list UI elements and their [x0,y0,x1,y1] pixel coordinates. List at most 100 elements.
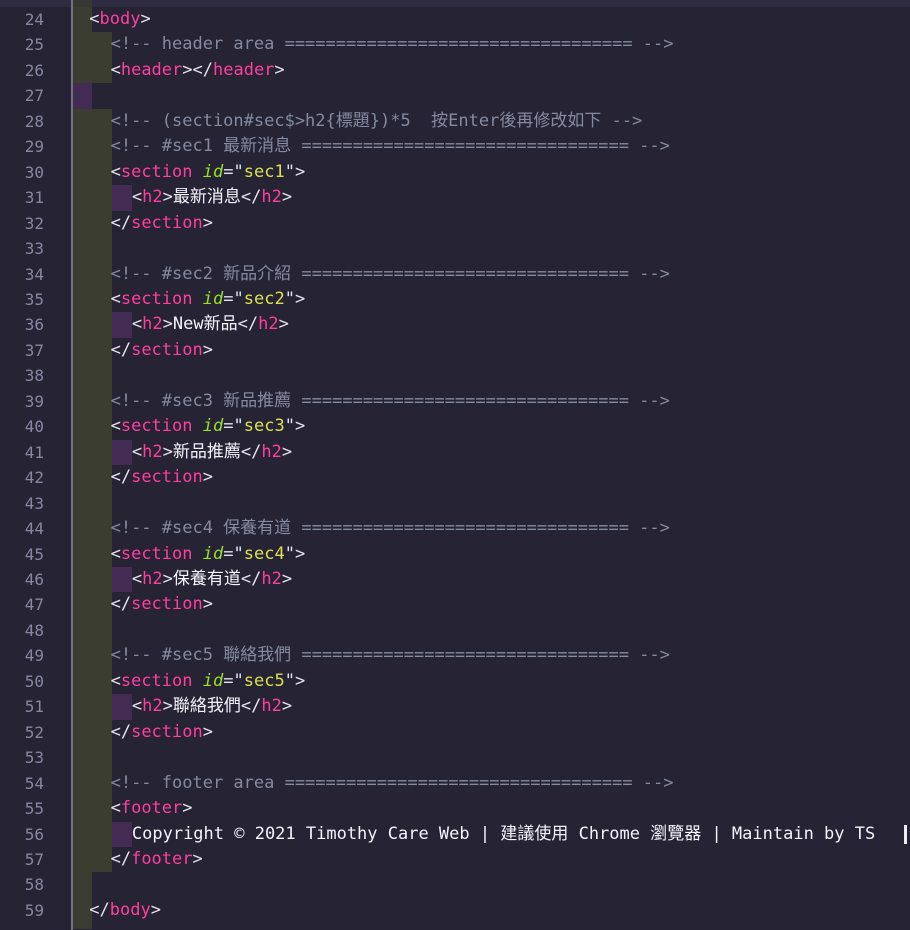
line-number[interactable]: 43 [0,491,44,516]
code-line[interactable]: 54 <!-- footer area =====================… [0,771,910,796]
code-line[interactable]: 29<!-- #sec1 最新消息 ======================… [0,134,910,159]
indent-highlight-olive [73,236,92,261]
code-line[interactable]: 50 <section id="sec5"> [0,669,910,694]
code-line[interactable]: 39<!-- #sec3 新品推薦 ======================… [0,389,910,414]
line-number[interactable]: 54 [0,771,44,796]
code-line[interactable]: 53 [0,745,910,770]
code-token-punct: </ [111,722,131,742]
code-line[interactable]: 30<section id="sec1"> [0,160,910,185]
code-line[interactable]: 44 <!-- #sec4 保養有道 ======================… [0,516,910,541]
code-token-tag: section [121,671,193,691]
code-line[interactable]: 49 <!-- #sec5 聯絡我們 ======================… [0,643,910,668]
line-number[interactable]: 30 [0,160,44,185]
line-number[interactable]: 26 [0,58,44,83]
line-number[interactable]: 52 [0,720,44,745]
code-line[interactable]: 47</section> [0,592,910,617]
code-token-com: <!-- #sec4 保養有道 ========================… [111,518,670,538]
line-number[interactable]: 41 [0,440,44,465]
indent-highlight-olive [92,312,112,337]
code-line[interactable]: 45<section id="sec4"> [0,542,910,567]
code-line[interactable]: 28<!-- (section#sec$>h2{標題})*5 按Enter後再修… [0,109,910,134]
line-number[interactable]: 31 [0,185,44,210]
code-text: <section id="sec5"> [111,669,306,694]
line-number[interactable]: 57 [0,847,44,872]
code-line[interactable]: 42</section> [0,465,910,490]
line-number[interactable]: 32 [0,211,44,236]
code-line[interactable]: 26<header></header> [0,58,910,83]
code-line[interactable]: 48 [0,618,910,643]
code-token-punct: > [295,162,305,182]
code-token-com: <!-- footer area =======================… [111,773,674,793]
code-line[interactable]: 31<h2>最新消息</h2> [0,185,910,210]
line-number[interactable]: 47 [0,592,44,617]
code-token-tag: body [100,9,141,29]
code-line[interactable]: 25<!-- header area =====================… [0,32,910,57]
line-number[interactable]: 49 [0,643,44,668]
line-number[interactable]: 36 [0,312,44,337]
indent-highlight-olive [92,58,112,83]
line-number[interactable]: 25 [0,32,44,57]
code-line[interactable]: 43 [0,491,910,516]
indent-highlight-olive [73,160,92,185]
code-line[interactable]: 35<section id="sec2"> [0,287,910,312]
indent-highlight-olive [92,847,112,872]
line-number[interactable]: 38 [0,363,44,388]
line-number[interactable]: 34 [0,262,44,287]
line-number[interactable]: 28 [0,109,44,134]
code-token-com: <!-- #sec5 聯絡我們 ========================… [111,645,670,665]
code-token-punct [193,544,203,564]
line-number[interactable]: 56 [0,822,44,847]
code-line[interactable]: 57</footer> [0,847,910,872]
code-token-txt: 新品推薦 [173,442,241,462]
code-line[interactable]: 24<body> [0,7,910,32]
code-line[interactable]: 37</section> [0,338,910,363]
code-text: <!-- #sec2 新品介紹 ========================… [111,262,670,287]
code-token-attr: id [203,289,223,309]
line-number[interactable]: 42 [0,465,44,490]
code-line[interactable]: 51<h2>聯絡我們</h2> [0,694,910,719]
line-number[interactable]: 39 [0,389,44,414]
line-number[interactable]: 55 [0,796,44,821]
line-number[interactable]: 46 [0,567,44,592]
code-text: <h2>New新品</h2> [132,312,289,337]
line-number[interactable]: 45 [0,542,44,567]
line-number[interactable]: 24 [0,7,44,32]
code-token-attr: id [203,544,223,564]
line-number[interactable]: 40 [0,414,44,439]
code-line[interactable]: 34 <!-- #sec2 新品介紹 ======================… [0,262,910,287]
indent-highlight-olive [73,440,92,465]
indent-highlight-olive [73,211,92,236]
code-line[interactable]: 33 [0,236,910,261]
code-line[interactable]: 32</section> [0,211,910,236]
code-token-punct: </ [111,594,131,614]
code-line[interactable]: 56Copyright © 2021 Timothy Care Web | 建議… [0,822,910,847]
code-line[interactable]: 58 [0,872,910,897]
line-number[interactable]: 37 [0,338,44,363]
line-number[interactable]: 58 [0,872,44,897]
line-number[interactable]: 33 [0,236,44,261]
line-number[interactable]: 27 [0,83,44,108]
code-line[interactable]: 52</section> [0,720,910,745]
line-number[interactable]: 53 [0,745,44,770]
code-line[interactable]: 36 <h2>New新品</h2> [0,312,910,337]
current-line-highlight [0,0,910,7]
line-number[interactable]: 59 [0,898,44,923]
code-line[interactable]: 55<footer> [0,796,910,821]
code-token-punct: " [233,671,243,691]
code-line[interactable]: 27 [0,83,910,108]
indent-highlight-olive [92,363,112,388]
code-line[interactable]: 46<h2>保養有道</h2> [0,567,910,592]
code-line[interactable]: 41<h2>新品推薦</h2> [0,440,910,465]
code-token-punct: > [163,442,173,462]
line-number[interactable]: 50 [0,669,44,694]
code-line[interactable]: 59</body> [0,898,910,923]
code-line[interactable]: 40<section id="sec3"> [0,414,910,439]
code-line[interactable]: 38 [0,363,910,388]
line-number[interactable]: 44 [0,516,44,541]
line-number[interactable]: 48 [0,618,44,643]
line-number[interactable]: 29 [0,134,44,159]
code-token-tag: h2 [261,442,281,462]
code-token-punct: > [295,289,305,309]
line-number[interactable]: 35 [0,287,44,312]
line-number[interactable]: 51 [0,694,44,719]
